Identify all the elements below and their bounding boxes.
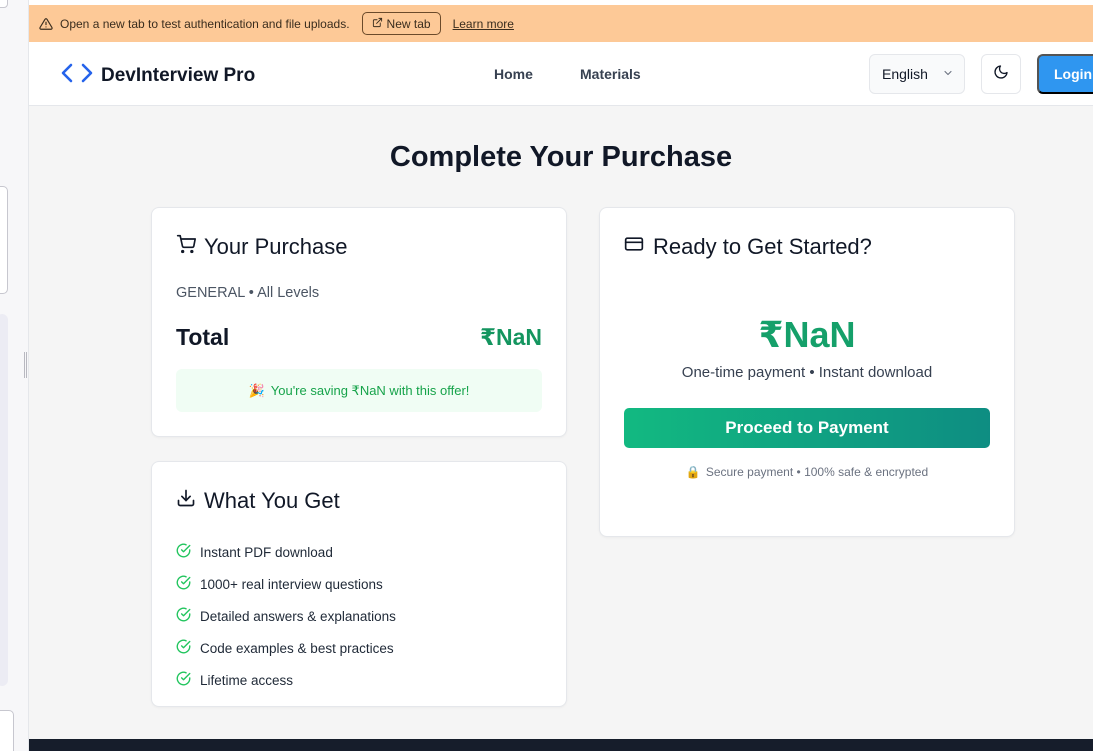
check-circle-icon — [176, 639, 191, 657]
notice-bar: Open a new tab to test authentication an… — [29, 5, 1093, 42]
list-item: Instant PDF download — [176, 536, 396, 568]
side-panel-control[interactable] — [0, 0, 8, 8]
chevron-down-icon — [942, 66, 954, 82]
ready-heading: Ready to Get Started? — [624, 234, 872, 260]
login-button[interactable]: Login — [1037, 54, 1093, 94]
brand-logo-link[interactable]: DevInterview Pro — [61, 62, 255, 89]
nav-materials-link[interactable]: Materials — [580, 66, 641, 82]
notice-message: Open a new tab to test authentication an… — [60, 16, 350, 31]
brand-title: DevInterview Pro — [101, 64, 256, 86]
party-popper-icon: 🎉 — [248, 382, 265, 398]
purchase-heading-text: Your Purchase — [204, 234, 348, 259]
code-brackets-icon — [61, 62, 93, 89]
language-select[interactable]: English — [869, 54, 965, 94]
nav-home-link[interactable]: Home — [494, 66, 533, 82]
feature-text: Detailed answers & explanations — [200, 608, 396, 624]
list-item: Code examples & best practices — [176, 632, 396, 664]
moon-icon — [993, 64, 1009, 85]
credit-card-icon — [624, 234, 644, 260]
total-label: Total — [176, 324, 230, 350]
download-icon — [176, 488, 196, 514]
list-item: Detailed answers & explanations — [176, 600, 396, 632]
what-you-get-heading: What You Get — [176, 488, 340, 514]
saving-banner: 🎉 You're saving ₹NaN with this offer! — [176, 369, 542, 412]
feature-list: Instant PDF download 1000+ real intervie… — [176, 536, 396, 696]
list-item: Lifetime access — [176, 664, 396, 696]
new-tab-button[interactable]: New tab — [361, 12, 441, 35]
warning-icon — [39, 17, 53, 31]
feature-text: Instant PDF download — [200, 544, 333, 560]
purchase-summary-card: Your Purchase GENERAL • All Levels Total… — [151, 207, 567, 437]
site-header: DevInterview Pro Home Materials English … — [29, 42, 1093, 106]
feature-text: Code examples & best practices — [200, 640, 394, 656]
side-panel-card-bottom — [0, 710, 14, 751]
secure-payment-note: 🔒 Secure payment • 100% safe & encrypted — [600, 465, 1014, 479]
resize-handle[interactable] — [24, 352, 27, 378]
price-display: ₹NaN — [758, 314, 856, 355]
learn-more-link[interactable]: Learn more — [453, 17, 514, 31]
feature-text: 1000+ real interview questions — [200, 576, 383, 592]
saving-text: You're saving ₹NaN with this offer! — [270, 382, 470, 398]
lock-icon: 🔒 — [685, 465, 701, 479]
browser-side-panel — [0, 0, 29, 751]
what-you-get-heading-text: What You Get — [204, 488, 340, 513]
check-circle-icon — [176, 607, 191, 625]
what-you-get-card: What You Get Instant PDF download 1000+ … — [151, 461, 567, 707]
check-circle-icon — [176, 543, 191, 561]
shopping-cart-icon — [176, 234, 196, 260]
product-meta: GENERAL • All Levels — [176, 285, 320, 301]
external-link-icon — [372, 17, 383, 31]
purchase-heading: Your Purchase — [176, 234, 348, 260]
feature-text: Lifetime access — [200, 672, 294, 688]
new-tab-label: New tab — [386, 16, 431, 31]
check-circle-icon — [176, 671, 191, 689]
side-panel-area — [0, 314, 8, 686]
page-title: Complete Your Purchase — [389, 141, 733, 173]
ready-heading-text: Ready to Get Started? — [653, 234, 872, 259]
theme-toggle-button[interactable] — [981, 54, 1021, 94]
site-footer — [29, 739, 1093, 751]
side-panel-card — [0, 186, 8, 294]
check-circle-icon — [176, 575, 191, 593]
secure-payment-text: Secure payment • 100% safe & encrypted — [705, 465, 929, 479]
proceed-to-payment-button[interactable]: Proceed to Payment — [624, 408, 990, 448]
list-item: 1000+ real interview questions — [176, 568, 396, 600]
price-subtitle: One-time payment • Instant download — [681, 364, 933, 381]
checkout-card: Ready to Get Started? ₹NaN One-time paym… — [599, 207, 1015, 537]
total-value: ₹NaN — [479, 324, 542, 350]
language-value: English — [882, 66, 928, 82]
